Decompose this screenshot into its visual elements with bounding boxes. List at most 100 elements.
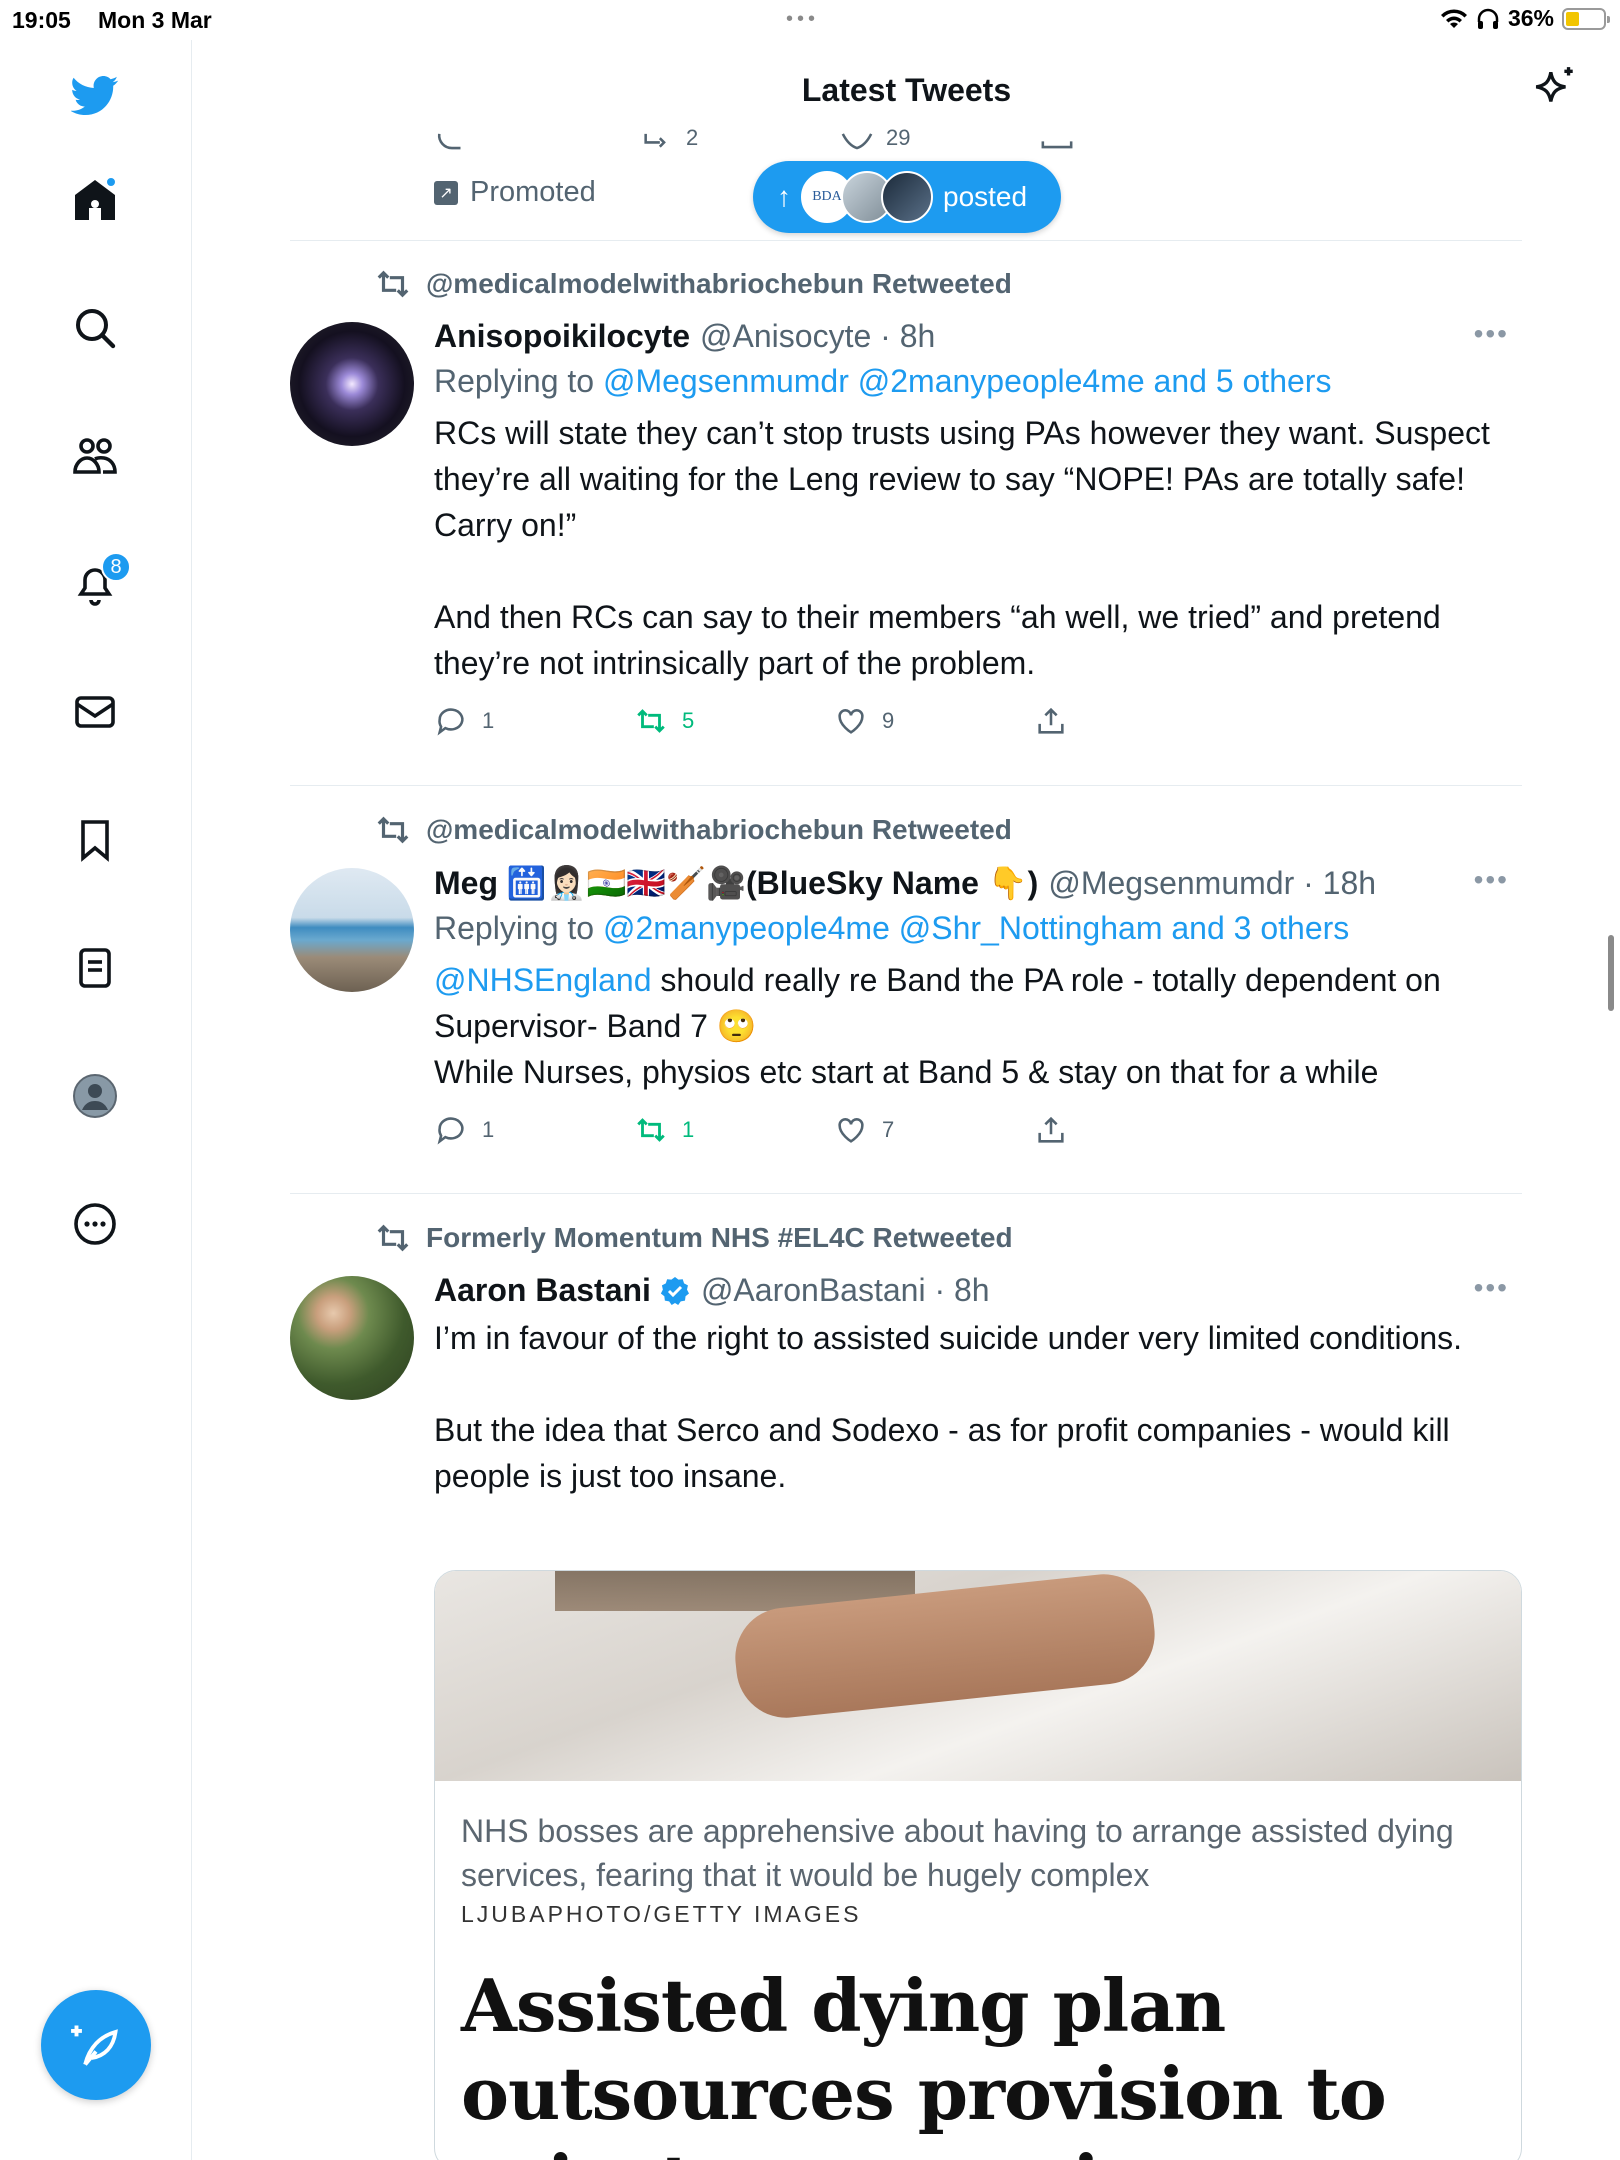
retweet-count: 5 xyxy=(682,708,695,733)
lists-icon[interactable] xyxy=(65,938,125,998)
share-icon xyxy=(1038,1116,1064,1143)
retweet-count: 1 xyxy=(682,1117,695,1142)
pill-label: posted xyxy=(943,181,1028,212)
status-date: Mon 3 Mar xyxy=(98,7,212,33)
retweet-icon xyxy=(377,816,409,844)
multitasking-dots-icon[interactable]: ••• xyxy=(786,8,819,31)
article-card[interactable]: NHS bosses are apprehensive about having… xyxy=(434,1570,1522,2160)
replying-links[interactable]: @Megsenmumdr @2manypeople4me and 5 other… xyxy=(603,363,1331,399)
bell-icon[interactable]: 8 xyxy=(65,552,131,614)
more-circle-icon[interactable] xyxy=(65,1194,125,1254)
author-handle[interactable]: @Anisocyte · 8h xyxy=(700,318,935,355)
twitter-bird-icon[interactable] xyxy=(65,65,125,125)
article-headline: Assisted dying plan outsources provision… xyxy=(461,1963,1387,2160)
retweeted-by: Formerly Momentum NHS #EL4C Retweeted xyxy=(374,1222,1013,1254)
reply-icon xyxy=(437,708,464,736)
retweet-count: 2 xyxy=(686,125,699,150)
retweet-icon xyxy=(637,709,665,733)
promoted-icon: ↗ xyxy=(434,180,458,205)
replying-prefix: Replying to xyxy=(434,910,603,946)
home-new-dot xyxy=(105,176,117,188)
more-options-icon[interactable]: ••• xyxy=(1474,1272,1509,1304)
avatar xyxy=(881,171,933,223)
retweet-button[interactable]: 1 xyxy=(634,1113,694,1147)
like-button[interactable]: 7 xyxy=(834,1113,894,1147)
retweet-icon[interactable] xyxy=(640,131,674,151)
share-button[interactable] xyxy=(1034,704,1068,738)
headphones-icon xyxy=(1477,8,1499,29)
tweet-actions: 1 1 7 xyxy=(434,1113,1509,1153)
tweet-text: I’m in favour of the right to assisted s… xyxy=(434,1320,1463,1494)
image-credit: LJUBAPHOTO/GETTY IMAGES xyxy=(461,1901,862,1927)
new-posts-pill[interactable]: ↑ BDA posted xyxy=(753,161,1061,233)
avatar[interactable] xyxy=(290,1276,414,1400)
like-button[interactable]: 9 xyxy=(834,704,894,738)
heart-icon xyxy=(838,709,864,734)
scrollbar[interactable] xyxy=(1608,935,1614,1011)
share-button[interactable] xyxy=(1034,1113,1068,1147)
reply-count: 1 xyxy=(482,1117,495,1142)
author-name[interactable]: Meg 🛗👩🏻‍⚕️🇮🇳🇬🇧🏏🎥(BlueSky Name 👇) xyxy=(434,864,1038,902)
page-title: Latest Tweets xyxy=(801,72,1012,108)
more-options-icon[interactable]: ••• xyxy=(1474,318,1509,350)
retweet-button[interactable]: 5 xyxy=(634,704,694,738)
share-icon[interactable] xyxy=(1040,129,1074,151)
profile-icon[interactable] xyxy=(65,1066,125,1126)
share-icon xyxy=(1038,707,1064,734)
tweet-author: Aaron Bastani @AaronBastani · 8h xyxy=(434,1272,1509,1309)
communities-icon[interactable] xyxy=(65,426,125,486)
battery-icon xyxy=(1562,7,1610,30)
author-name[interactable]: Aaron Bastani xyxy=(434,1272,651,1309)
sidebar: 8 xyxy=(0,40,192,2160)
reply-button[interactable]: 1 xyxy=(434,704,494,738)
author-handle[interactable]: @Megsenmumdr · 18h xyxy=(1048,865,1376,902)
like-count: 9 xyxy=(882,708,895,733)
replying-links[interactable]: @2manypeople4me @Shr_Nottingham and 3 ot… xyxy=(603,910,1349,946)
mail-icon[interactable] xyxy=(65,682,125,742)
retweeted-by-text: @medicalmodelwithabriochebun Retweeted xyxy=(426,814,1012,845)
status-time: 19:05 xyxy=(12,7,71,33)
like-count: 7 xyxy=(882,1117,895,1142)
tweet-author: Meg 🛗👩🏻‍⚕️🇮🇳🇬🇧🏏🎥(BlueSky Name 👇) @Megsen… xyxy=(434,864,1509,902)
pill-avatars: BDA xyxy=(801,171,933,223)
search-icon[interactable] xyxy=(65,298,125,358)
retweeted-by: @medicalmodelwithabriochebun Retweeted xyxy=(374,814,1012,846)
retweeted-by-text: Formerly Momentum NHS #EL4C Retweeted xyxy=(426,1222,1013,1253)
more-options-icon[interactable]: ••• xyxy=(1474,864,1509,896)
author-name[interactable]: Anisopoikilocyte xyxy=(434,318,690,355)
bookmark-icon[interactable] xyxy=(65,810,125,870)
verified-badge-icon xyxy=(660,1276,689,1305)
home-icon[interactable] xyxy=(65,170,125,230)
retweeted-by: @medicalmodelwithabriochebun Retweeted xyxy=(374,268,1012,300)
status-bar: 19:05 Mon 3 Mar ••• 36% xyxy=(0,0,1620,40)
battery-fill xyxy=(1566,11,1579,26)
divider xyxy=(290,1193,1522,1194)
wifi-icon xyxy=(1440,8,1467,28)
sparkle-icon[interactable] xyxy=(1530,64,1580,114)
replying-prefix: Replying to xyxy=(434,363,603,399)
reply-count: 1 xyxy=(482,708,495,733)
compose-feather-icon xyxy=(71,2025,118,2066)
divider xyxy=(290,785,1522,786)
promoted-text: Promoted xyxy=(470,176,596,208)
compose-button[interactable] xyxy=(41,1990,151,2100)
tweet-author: Anisopoikilocyte @Anisocyte · 8h xyxy=(434,318,1509,355)
like-count: 29 xyxy=(886,125,911,150)
avatar[interactable] xyxy=(290,322,414,446)
mention-link[interactable]: @NHSEngland xyxy=(434,962,651,998)
like-icon[interactable] xyxy=(840,131,874,151)
author-handle[interactable]: @AaronBastani · 8h xyxy=(701,1272,990,1309)
replying-to: Replying to @2manypeople4me @Shr_Notting… xyxy=(434,910,1509,947)
article-caption: NHS bosses are apprehensive about having… xyxy=(461,1813,1454,1893)
heart-icon xyxy=(838,1118,864,1143)
reply-icon[interactable] xyxy=(435,131,469,151)
notifications-badge: 8 xyxy=(101,552,131,582)
retweet-icon xyxy=(377,270,409,298)
reply-icon xyxy=(437,1117,464,1145)
previous-tweet-actions: 2 29 xyxy=(290,125,1090,155)
article-image xyxy=(435,1571,1521,1781)
reply-button[interactable]: 1 xyxy=(434,1113,494,1147)
replying-to: Replying to @Megsenmumdr @2manypeople4me… xyxy=(434,363,1509,400)
divider xyxy=(290,240,1522,241)
avatar[interactable] xyxy=(290,868,414,992)
